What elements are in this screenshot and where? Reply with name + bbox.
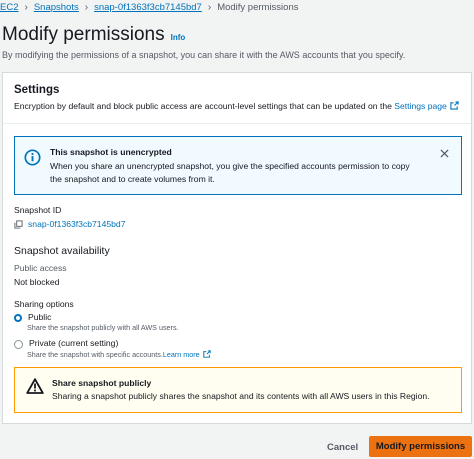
snapshot-id-text: snap-0f1363f3cb7145bd7	[28, 219, 126, 229]
warning-alert-body: Sharing a snapshot publicly shares the s…	[52, 391, 430, 401]
snapshot-id-value[interactable]: snap-0f1363f3cb7145bd7	[14, 219, 125, 229]
close-icon[interactable]	[440, 149, 449, 158]
snapshot-id-label: Snapshot ID	[14, 205, 62, 215]
breadcrumb: EC2 › Snapshots › snap-0f1363f3cb7145bd7…	[0, 0, 299, 14]
warning-icon	[26, 378, 44, 394]
public-access-value: Not blocked	[14, 277, 60, 287]
public-access-label: Public access	[14, 263, 67, 273]
public-radio-label: Public	[28, 312, 52, 322]
modify-permissions-button[interactable]: Modify permissions	[369, 436, 472, 457]
chevron-right-icon: ›	[84, 1, 89, 13]
learn-more-label: Learn more	[162, 350, 200, 359]
unencrypted-info-alert: This snapshot is unencrypted When you sh…	[14, 136, 462, 195]
info-alert-title: This snapshot is unencrypted	[50, 147, 172, 157]
info-alert-body: When you share an unencrypted snapshot, …	[50, 161, 410, 184]
page-title: Modify permissions Info	[2, 24, 185, 46]
settings-panel: Settings Encryption by default and block…	[2, 72, 472, 424]
public-radio[interactable]	[14, 314, 22, 322]
private-radio-label: Private (current setting)	[29, 338, 119, 348]
external-link-icon	[202, 350, 211, 358]
public-radio-description: Share the snapshot publicly with all AWS…	[27, 323, 179, 332]
breadcrumb-snapshot-id[interactable]: snap-0f1363f3cb7145bd7	[94, 2, 202, 13]
sharing-option-public[interactable]: Public	[14, 312, 51, 322]
cancel-button[interactable]: Cancel	[319, 438, 366, 457]
settings-page-link[interactable]: Settings page	[394, 101, 459, 111]
page-title-text: Modify permissions	[2, 24, 165, 45]
copy-icon[interactable]	[14, 219, 23, 229]
info-icon	[24, 149, 41, 166]
settings-page-link-label: Settings page	[394, 101, 447, 111]
chevron-right-icon: ›	[24, 1, 28, 13]
settings-title: Settings	[14, 84, 60, 96]
page-description: By modifying the permissions of a snapsh…	[2, 50, 406, 60]
info-link[interactable]: Info	[171, 33, 186, 42]
chevron-right-icon: ›	[207, 1, 212, 13]
divider	[3, 123, 471, 124]
breadcrumb-snapshots[interactable]: Snapshots	[34, 2, 79, 13]
private-radio-description-text: Share the snapshot with specific account…	[27, 350, 163, 359]
snapshot-availability-title: Snapshot availability	[14, 245, 110, 257]
learn-more-link[interactable]: Learn more	[163, 350, 211, 359]
external-link-icon	[450, 101, 459, 110]
sharing-options-label: Sharing options	[14, 299, 74, 309]
breadcrumb-current: Modify permissions	[217, 1, 299, 13]
sharing-option-private[interactable]: Private (current setting)	[14, 338, 118, 349]
private-radio-description: Share the snapshot with specific account…	[27, 350, 211, 359]
share-publicly-warning-alert: Share snapshot publicly Sharing a snapsh…	[14, 367, 462, 413]
private-radio[interactable]	[14, 340, 23, 349]
warning-alert-title: Share snapshot publicly	[52, 378, 152, 388]
breadcrumb-ec2[interactable]: EC2	[0, 2, 18, 13]
settings-description: Encryption by default and block public a…	[14, 101, 459, 111]
settings-description-text: Encryption by default and block public a…	[14, 101, 392, 111]
